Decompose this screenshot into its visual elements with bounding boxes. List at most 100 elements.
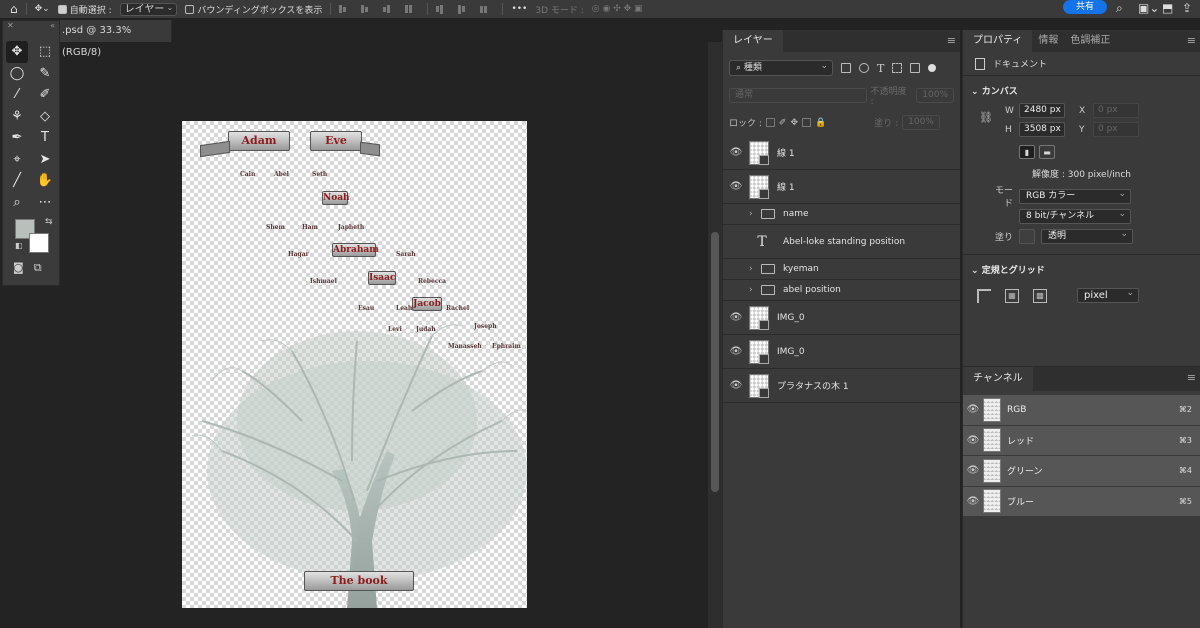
brush-tool-icon[interactable]: ✐ [31,84,59,106]
align-right-icon[interactable] [383,4,397,14]
blend-mode-dropdown[interactable]: 通常 [729,88,867,103]
channel-row[interactable]: 👁 RGB ⌘2 [963,395,1200,426]
tab-layers[interactable]: レイヤー [723,30,783,52]
bit-depth-dropdown[interactable]: 8 bit/チャンネル [1019,208,1131,224]
eye-visibility-icon[interactable]: 👁 [723,346,749,357]
y-input[interactable]: 0 px [1093,122,1139,137]
scroll-thumb[interactable] [711,232,719,492]
opacity-field[interactable]: 100% [916,88,954,103]
align-left-icon[interactable] [339,4,353,14]
hand-tool-icon[interactable]: ✋ [31,170,59,192]
collapse-icon[interactable]: « [50,21,55,33]
eye-visibility-icon[interactable]: 👁 [963,465,983,476]
guides-section-header[interactable]: ⌄ 定規とグリッド [963,255,1200,280]
align-middle-icon[interactable] [436,4,450,14]
quick-select-tool-icon[interactable]: ✎ [31,63,59,85]
lock-all-icon[interactable]: 🔒 [815,118,826,128]
eye-visibility-icon[interactable]: 👁 [963,435,983,446]
chevron-right-icon[interactable]: › [749,209,761,219]
eye-visibility-icon[interactable]: 👁 [723,380,749,391]
channel-row[interactable]: 👁 グリーン ⌘4 [963,456,1200,487]
more-options-icon[interactable]: ••• [511,4,527,14]
clone-stamp-tool-icon[interactable]: ⚘ [3,106,31,128]
panel-menu-icon[interactable]: ≡ [1187,34,1196,47]
guides-icon[interactable]: ▩ [1033,288,1047,303]
x-input[interactable]: 0 px [1093,103,1139,118]
link-dimensions-icon[interactable]: ⛓ [979,111,993,124]
filter-pixel-icon[interactable] [841,63,851,73]
layer-row[interactable]: T Abel-loke standing position [723,225,960,259]
layer-row[interactable]: 👁 線 1 [723,170,960,204]
eye-visibility-icon[interactable]: 👁 [723,312,749,323]
width-input[interactable]: 2480 px [1019,103,1065,118]
layer-row[interactable]: › abel position [723,280,960,301]
marquee-tool-icon[interactable]: ⬚ [31,41,59,63]
eraser-tool-icon[interactable]: ◇ [31,106,59,128]
layer-row[interactable]: 👁 線 1 [723,136,960,170]
tab-channels[interactable]: チャンネル [963,367,1033,391]
share-button[interactable]: 共有 [1063,0,1107,14]
tab-info[interactable]: 情報 [1032,30,1064,52]
eye-visibility-icon[interactable]: 👁 [963,404,983,415]
canvas[interactable]: The book Adam Eve Noah Abraham Isaac Jac… [182,121,527,608]
type-tool-icon[interactable]: T [31,127,59,149]
channel-row[interactable]: 👁 レッド ⌘3 [963,425,1200,456]
swap-colors-icon[interactable]: ⇆ [45,217,53,227]
layer-row[interactable]: 👁 プラタナスの木 1 [723,369,960,403]
distribute-icon[interactable] [480,4,494,14]
layer-row[interactable]: 👁 IMG_0 [723,335,960,369]
direct-select-tool-icon[interactable]: ➤ [31,149,59,171]
lasso-tool-icon[interactable]: ◯ [3,63,31,85]
filter-smart-object-icon[interactable] [910,63,921,73]
screen-mode-icon[interactable]: ⧉ [34,261,42,275]
align-bottom-icon[interactable] [458,4,472,14]
auto-select-target-dropdown[interactable]: レイヤー [119,2,178,16]
search-icon[interactable]: ⌕ [1116,1,1123,16]
share-doc-icon[interactable]: ⇪ [1182,1,1192,15]
more-tools-icon[interactable]: ⋯ [31,192,59,214]
filter-type-icon[interactable]: T [877,62,884,75]
channel-row[interactable]: 👁 ブルー ⌘5 [963,486,1200,517]
zoom-tool-icon[interactable]: ⌕ [3,192,31,214]
path-select-tool-icon[interactable]: ⌖ [3,149,31,171]
height-input[interactable]: 3508 px [1019,122,1065,137]
filter-shape-icon[interactable] [892,63,903,73]
auto-select-toggle[interactable]: 自動選択 : [57,3,112,16]
fill-dropdown[interactable]: 透明 [1041,228,1133,244]
units-dropdown[interactable]: pixel [1077,287,1139,303]
arrange-icon[interactable]: ⬒ [1162,1,1173,15]
tab-properties[interactable]: プロパティ [963,30,1033,52]
chevron-right-icon[interactable]: › [749,264,761,274]
tab-adjustments[interactable]: 色調補正 [1064,30,1116,52]
filter-adjustment-icon[interactable] [859,63,869,73]
toolbox-header[interactable]: ✕ « [3,21,59,33]
lock-paint-icon[interactable]: ✐ [779,118,787,128]
color-mode-dropdown[interactable]: RGB カラー [1019,188,1131,204]
chevron-right-icon[interactable]: › [749,285,761,295]
move-tool-icon[interactable]: ✥ [6,41,28,63]
layer-row[interactable]: › name [723,204,960,225]
rulers-icon[interactable] [977,288,991,303]
align-top-icon[interactable] [405,4,419,14]
grid-icon[interactable]: ▦ [1005,288,1019,303]
fill-field[interactable]: 100% [902,115,940,130]
vertical-scrollbar[interactable] [708,42,722,628]
fill-color-swatch[interactable] [1019,228,1035,244]
document-tab[interactable]: .psd @ 33.3% (RGB/8) [60,20,172,58]
eye-visibility-icon[interactable]: 👁 [963,496,983,507]
eyedropper-tool-icon[interactable]: ⁄ [3,84,31,106]
lock-transparent-icon[interactable] [765,118,775,127]
align-center-h-icon[interactable] [361,4,375,14]
panel-menu-icon[interactable]: ≡ [1187,371,1196,384]
portrait-icon[interactable]: ▮ [1019,145,1035,159]
line-tool-icon[interactable]: ╱ [3,170,31,192]
home-icon[interactable]: ⌂ [10,2,18,16]
bounding-box-toggle[interactable]: バウンディングボックスを表示 [185,3,322,16]
eye-visibility-icon[interactable]: 👁 [723,181,749,192]
layer-kind-filter[interactable]: ⌕ 種類 [729,59,833,76]
move-tool-preset-icon[interactable]: ✥⌄ [35,4,50,14]
workspace-icon[interactable]: ▣⌄ [1138,1,1159,15]
landscape-icon[interactable]: ▬ [1039,145,1055,159]
layer-row[interactable]: › kyeman [723,259,960,280]
eye-visibility-icon[interactable]: 👁 [723,147,749,158]
